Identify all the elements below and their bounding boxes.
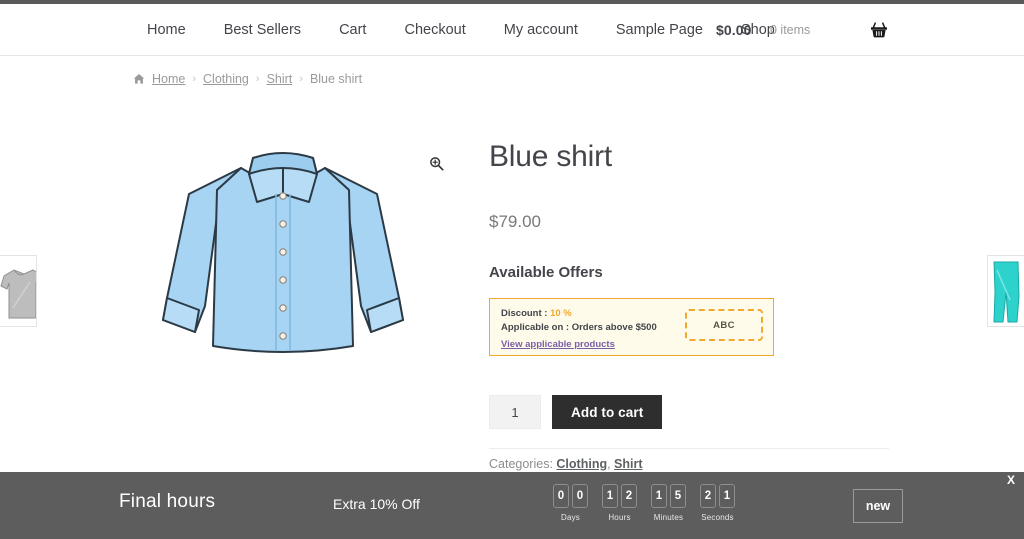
countdown-group-days: 0 0 Days	[553, 484, 588, 522]
breadcrumb-separator: ›	[192, 73, 197, 85]
image-zoom-button[interactable]	[423, 153, 449, 179]
countdown-digits: 1 5	[651, 484, 686, 508]
add-to-cart-button[interactable]: Add to cart	[552, 395, 663, 429]
countdown-digit: 5	[670, 484, 686, 508]
countdown-group-hours: 1 2 Hours	[602, 484, 637, 522]
close-icon[interactable]: X	[1007, 474, 1015, 486]
quantity-input[interactable]	[489, 395, 541, 429]
countdown-group-seconds: 2 1 Seconds	[700, 484, 735, 522]
breadcrumb-item-clothing[interactable]: Clothing	[203, 72, 249, 86]
view-applicable-products-link[interactable]: View applicable products	[501, 338, 615, 352]
offer-details: Discount : 10 % Applicable on : Orders a…	[501, 307, 657, 352]
countdown-label: Minutes	[653, 513, 684, 522]
breadcrumb: Home › Clothing › Shirt › Blue shirt	[133, 72, 362, 86]
promo-cta-button[interactable]: new	[853, 489, 903, 523]
countdown-label: Hours	[608, 513, 631, 522]
breadcrumb-item-shirt[interactable]: Shirt	[267, 72, 293, 86]
nav-item-checkout[interactable]: Checkout	[385, 22, 484, 38]
teal-pants-icon	[993, 261, 1020, 323]
promo-subtext: Extra 10% Off	[333, 496, 420, 512]
available-offers-heading: Available Offers	[489, 264, 603, 281]
product-price: $79.00	[489, 212, 541, 231]
offer-discount-value: 10 %	[550, 308, 572, 319]
header-cart[interactable]: $0.00 0 items	[694, 4, 1024, 56]
add-to-cart-form: Add to cart	[489, 395, 909, 429]
countdown-digits: 0 0	[553, 484, 588, 508]
next-product-thumbnail[interactable]	[987, 255, 1024, 327]
countdown-label: Days	[560, 513, 581, 522]
countdown-digit: 0	[553, 484, 569, 508]
category-link-shirt[interactable]: Shirt	[614, 457, 642, 471]
previous-product-thumbnail[interactable]	[0, 255, 37, 327]
gray-tshirt-icon	[0, 269, 36, 319]
offer-box: Discount : 10 % Applicable on : Orders a…	[489, 298, 774, 356]
promo-headline: Final hours	[119, 491, 216, 512]
product-title: Blue shirt	[489, 140, 613, 173]
breadcrumb-current-page: Blue shirt	[309, 72, 363, 86]
countdown-digits: 2 1	[700, 484, 735, 508]
offer-discount-label: Discount :	[501, 308, 551, 319]
shopping-basket-icon[interactable]	[869, 20, 889, 40]
category-link-clothing[interactable]: Clothing	[556, 457, 607, 471]
countdown-digit: 2	[700, 484, 716, 508]
countdown-timer: 0 0 Days 1 2 Hours 1 5 Minutes 2 1 Secon…	[553, 484, 735, 522]
countdown-digit: 1	[651, 484, 667, 508]
breadcrumb-separator: ›	[255, 73, 260, 85]
countdown-digit: 1	[719, 484, 735, 508]
cart-item-count: 0 items	[770, 23, 811, 37]
countdown-digit: 1	[602, 484, 618, 508]
product-summary: Blue shirt $79.00 Available Offers Disco…	[489, 140, 909, 429]
site-header: Home Best Sellers Cart Checkout My accou…	[0, 4, 1024, 56]
categories-label: Categories:	[489, 457, 557, 471]
nav-item-cart[interactable]: Cart	[320, 22, 385, 38]
countdown-digit: 0	[572, 484, 588, 508]
breadcrumb-item-home[interactable]: Home	[152, 72, 185, 86]
magnifier-plus-icon	[429, 156, 444, 176]
offer-discount-row: Discount : 10 %	[501, 307, 657, 321]
nav-item-best-sellers[interactable]: Best Sellers	[205, 22, 320, 38]
offer-applicable-row: Applicable on : Orders above $500	[501, 321, 657, 333]
product-image-blue-shirt[interactable]	[153, 150, 413, 365]
cart-total-amount: $0.00	[716, 22, 752, 38]
countdown-digit: 2	[621, 484, 637, 508]
product-gallery[interactable]	[133, 125, 449, 375]
countdown-label: Seconds	[701, 513, 734, 522]
nav-item-home[interactable]: Home	[128, 22, 205, 38]
product-categories: Categories: Clothing, Shirt	[489, 457, 643, 471]
breadcrumb-separator: ›	[299, 73, 303, 85]
coupon-code-box[interactable]: ABC	[685, 309, 763, 341]
product-meta-divider	[489, 448, 889, 449]
home-icon[interactable]	[133, 73, 145, 85]
countdown-group-minutes: 1 5 Minutes	[651, 484, 686, 522]
categories-separator: ,	[607, 457, 615, 471]
countdown-digits: 1 2	[602, 484, 637, 508]
nav-item-my-account[interactable]: My account	[485, 22, 597, 38]
